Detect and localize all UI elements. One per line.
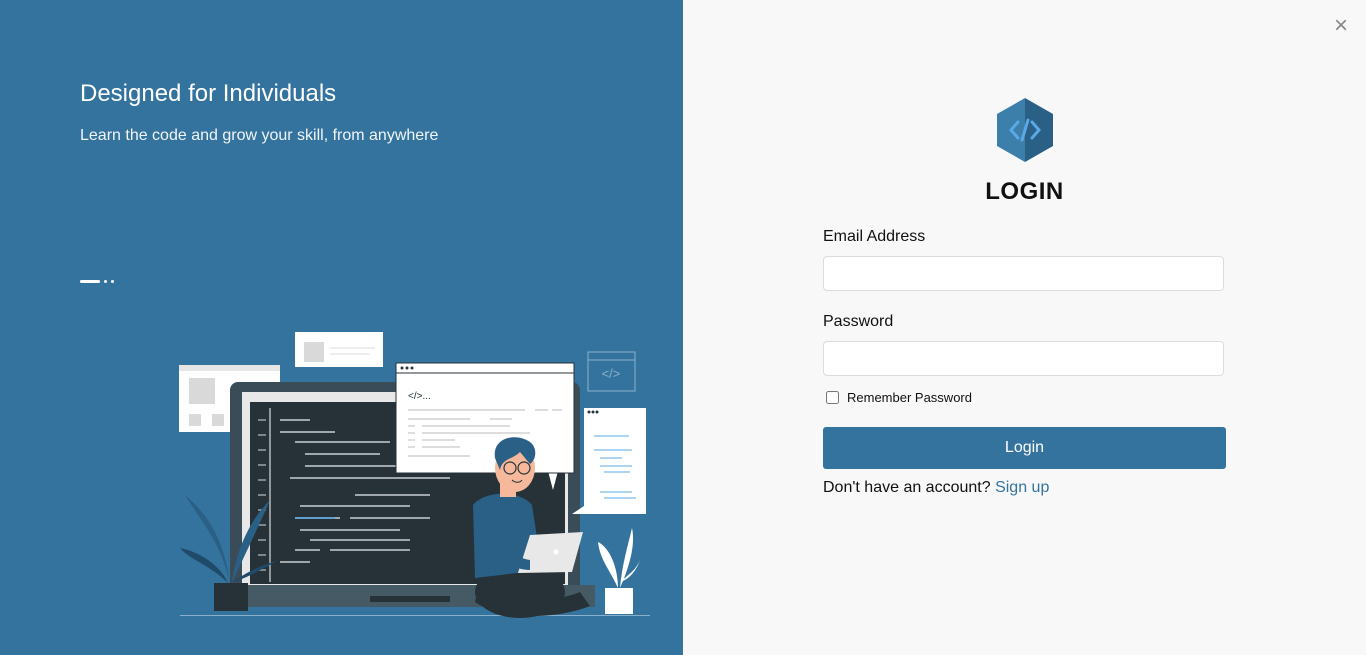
white-plant-illustration — [598, 528, 640, 614]
developer-illustration: </> </>... — [179, 332, 650, 618]
carousel-indicators — [80, 279, 114, 284]
login-title: LOGIN — [985, 178, 1064, 205]
login-button[interactable]: Login — [823, 427, 1226, 469]
carousel-dot-1[interactable] — [80, 280, 100, 283]
login-page: Designed for Individuals Learn the code … — [0, 0, 1366, 655]
code-tag-outline-illustration: </> — [587, 351, 636, 392]
password-label: Password — [823, 313, 894, 330]
remember-password-checkbox[interactable] — [826, 391, 839, 404]
signup-line: Don't have an account? Sign up — [823, 479, 1049, 497]
side-window-illustration — [572, 408, 646, 514]
remember-password-label[interactable]: Remember Password — [847, 390, 972, 405]
small-card-illustration — [295, 332, 383, 367]
email-label: Email Address — [823, 228, 926, 245]
login-panel: × LOGIN Email Address Password Remember … — [683, 0, 1366, 655]
code-snippet-text: </>... — [408, 391, 431, 402]
close-icon[interactable]: × — [1334, 14, 1348, 38]
hero-subtitle: Learn the code and grow your skill, from… — [80, 127, 439, 144]
carousel-dot-2[interactable] — [104, 280, 107, 283]
svg-text:</>: </> — [602, 366, 621, 381]
email-field[interactable] — [823, 256, 1224, 291]
signup-link[interactable]: Sign up — [995, 479, 1049, 496]
password-field[interactable] — [823, 341, 1224, 376]
hero-title: Designed for Individuals — [80, 80, 337, 107]
remember-password-row: Remember Password — [826, 390, 972, 405]
carousel-dot-3[interactable] — [111, 280, 114, 283]
code-logo-icon — [997, 98, 1053, 162]
hero-panel: Designed for Individuals Learn the code … — [0, 0, 683, 655]
signup-prompt: Don't have an account? — [823, 479, 991, 496]
code-window-illustration: </>... — [395, 362, 575, 494]
